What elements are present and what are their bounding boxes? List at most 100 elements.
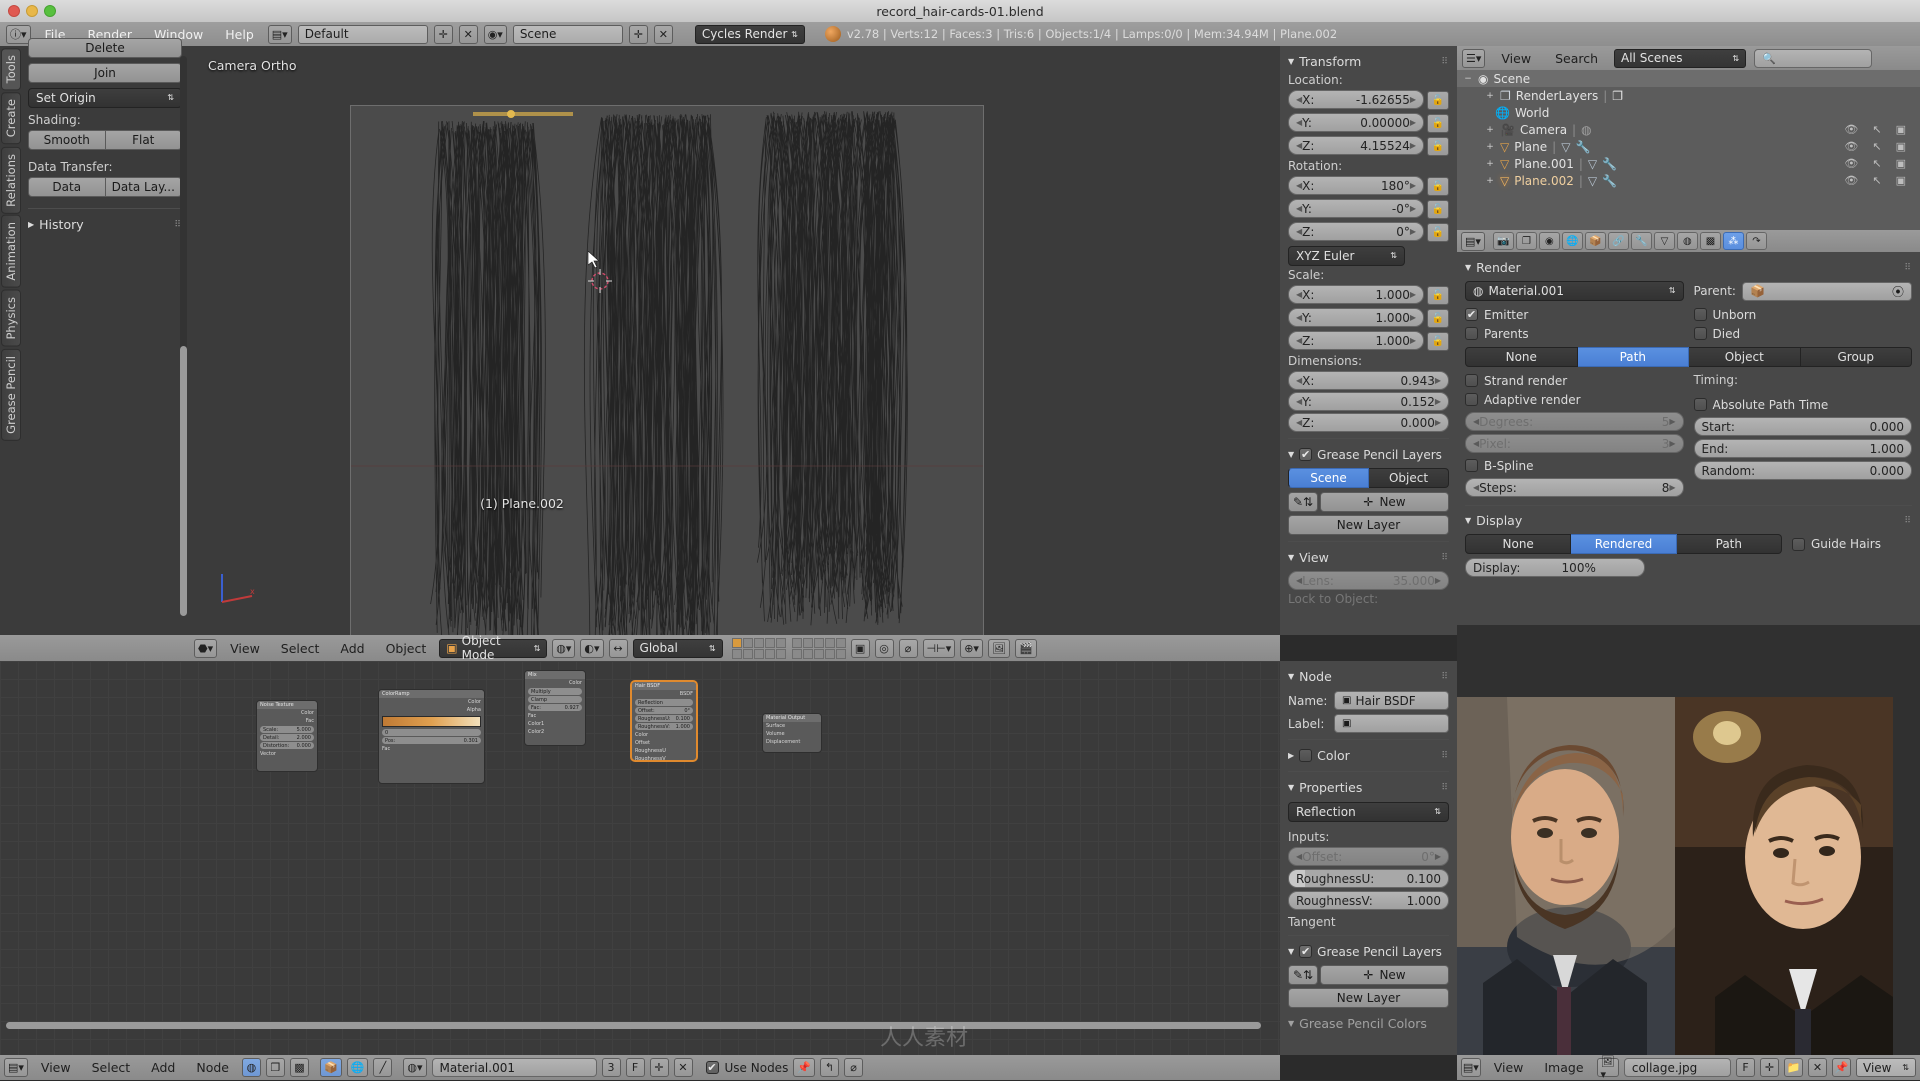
viewport-menu-object[interactable]: Object xyxy=(378,641,435,656)
node-gp-colors-header[interactable]: ▼ Grease Pencil Colors xyxy=(1288,1014,1449,1033)
scale-x-field[interactable]: ◀X: 1.000▶ xyxy=(1288,285,1424,304)
tab-world-icon[interactable]: 🌐 xyxy=(1562,232,1583,250)
visibility-eye-icon[interactable]: 👁 xyxy=(1844,157,1858,170)
lock-scale-x-icon[interactable]: 🔓 xyxy=(1427,286,1449,305)
bspline-checkbox[interactable] xyxy=(1465,459,1478,472)
transform-orientation-select[interactable]: Global⇅ xyxy=(633,639,723,658)
editor-type-outliner-icon[interactable]: ☰▾ xyxy=(1462,49,1485,68)
node-noise-texture[interactable]: Noise TextureColorFacScale:5.000Detail:2… xyxy=(256,700,318,772)
material-users-count[interactable]: 3 xyxy=(602,1058,621,1077)
render-preview-icon[interactable]: ◎ xyxy=(875,639,894,658)
display-percentage-field[interactable]: Display: 100% xyxy=(1465,558,1645,577)
gp-new-button[interactable]: ✛ New xyxy=(1320,492,1449,512)
node-color-panel-header[interactable]: ▶ Color ⠿ xyxy=(1288,746,1449,765)
unborn-checkbox[interactable] xyxy=(1694,308,1707,321)
lens-field[interactable]: ◀Lens: 35.000▶ xyxy=(1288,571,1449,590)
gp-new-layer-button[interactable]: New Layer xyxy=(1288,515,1449,535)
random-field[interactable]: Random: 0.000 xyxy=(1694,461,1913,480)
lock-location-z-icon[interactable]: 🔓 xyxy=(1427,137,1449,156)
node-field[interactable]: Reflection xyxy=(635,699,693,706)
unborn-row[interactable]: Unborn xyxy=(1694,305,1913,324)
lock-camera-icon[interactable]: ▣ xyxy=(851,639,870,658)
emitter-checkbox[interactable]: ✔ xyxy=(1465,308,1478,321)
data-layout-transfer-button[interactable]: Data Lay... xyxy=(106,177,183,197)
parents-checkbox[interactable] xyxy=(1465,327,1478,340)
lock-location-y-icon[interactable]: 🔓 xyxy=(1427,114,1449,133)
tab-relations[interactable]: Relations xyxy=(1,147,21,214)
use-nodes-checkbox[interactable]: ✔ xyxy=(706,1061,719,1074)
display-panel-header[interactable]: ▼ Display ⠿ xyxy=(1465,511,1912,530)
visibility-eye-icon[interactable]: 👁 xyxy=(1844,123,1858,136)
node-menu-view[interactable]: View xyxy=(33,1060,79,1075)
tab-render-icon[interactable]: 📷 xyxy=(1493,232,1514,250)
adaptive-render-checkbox[interactable] xyxy=(1465,393,1478,406)
pin-image-icon[interactable]: 📌 xyxy=(1832,1058,1851,1077)
tab-material-icon[interactable]: ◍ xyxy=(1677,232,1698,250)
compositing-nodetree-icon[interactable]: ❐ xyxy=(266,1058,285,1077)
node-field[interactable]: 0 xyxy=(382,729,481,736)
tab-constraints-icon[interactable]: 🔗 xyxy=(1608,232,1629,250)
grease-pencil-enable-checkbox[interactable]: ✔ xyxy=(1299,448,1312,461)
gp-brush-icon[interactable]: ✎⇅ xyxy=(1288,492,1318,512)
outliner-display-mode-select[interactable]: All Scenes⇅ xyxy=(1614,49,1746,68)
render-as-object-button[interactable]: Object xyxy=(1689,347,1801,367)
tab-physics-icon[interactable]: ↷ xyxy=(1746,232,1767,250)
degrees-field[interactable]: ◀Degrees: 5▶ xyxy=(1465,412,1684,431)
go-to-parent-node-tree-icon[interactable]: ↰ xyxy=(820,1058,839,1077)
tab-scene-icon[interactable]: ◉ xyxy=(1539,232,1560,250)
expand-icon[interactable]: + xyxy=(1485,176,1495,186)
renderable-camera-icon[interactable]: ▣ xyxy=(1896,140,1906,153)
snap-target-icon[interactable]: ⊕▾ xyxy=(960,639,983,658)
died-checkbox[interactable] xyxy=(1694,327,1707,340)
screen-layout-select[interactable]: Default xyxy=(298,25,428,44)
join-button[interactable]: Join xyxy=(28,63,182,83)
interaction-mode-select[interactable]: ▣ Object Mode⇅ xyxy=(439,639,547,658)
menu-help[interactable]: Help xyxy=(217,27,262,42)
node-field[interactable]: RoughnessU:0.100 xyxy=(635,715,693,722)
viewport-menu-add[interactable]: Add xyxy=(332,641,372,656)
outliner-row-plane-001[interactable]: + ▽ Plane.001 | ▽ 🔧 👁 ↖ ▣ xyxy=(1457,155,1920,172)
location-y-field[interactable]: ◀Y: 0.00000▶ xyxy=(1288,113,1424,132)
selectable-cursor-icon[interactable]: ↖ xyxy=(1872,123,1881,136)
rotation-x-field[interactable]: ◀X: 180°▶ xyxy=(1288,176,1424,195)
strand-render-row[interactable]: Strand render xyxy=(1465,371,1684,390)
lock-rotation-x-icon[interactable]: 🔓 xyxy=(1427,177,1449,196)
display-rendered-button[interactable]: Rendered xyxy=(1571,534,1676,554)
node-gp-new-layer-button[interactable]: New Layer xyxy=(1288,988,1449,1008)
outliner-row-world[interactable]: 🌐 World xyxy=(1457,104,1920,121)
gp-source-object-button[interactable]: Object xyxy=(1369,468,1449,488)
absolute-path-time-checkbox[interactable] xyxy=(1694,398,1707,411)
new-material-button[interactable]: ✛ xyxy=(650,1058,669,1077)
viewport-menu-select[interactable]: Select xyxy=(273,641,328,656)
snap-magnet-icon[interactable]: ⌀ xyxy=(899,639,918,658)
outliner-search-input[interactable]: 🔍 xyxy=(1754,49,1872,68)
scale-z-field[interactable]: ◀Z: 1.000▶ xyxy=(1288,331,1424,350)
node-field[interactable]: Fac:0.927 xyxy=(528,704,582,711)
editor-type-info-icon[interactable]: ⓘ▾ xyxy=(6,25,31,44)
gp-source-scene-button[interactable]: Scene xyxy=(1288,468,1369,488)
viewport-menu-view[interactable]: View xyxy=(222,641,268,656)
node-gp-enable-checkbox[interactable]: ✔ xyxy=(1299,945,1312,958)
parent-object-field[interactable]: 📦 ⦿ xyxy=(1742,282,1912,301)
strand-render-checkbox[interactable] xyxy=(1465,374,1478,387)
fake-user-button[interactable]: F xyxy=(626,1058,645,1077)
outliner-row-scene[interactable]: − ◉ Scene xyxy=(1457,70,1920,87)
pin-node-tree-icon[interactable]: 📌 xyxy=(793,1058,815,1077)
particle-material-select[interactable]: ◍ Material.001 ⇅ xyxy=(1465,281,1684,301)
add-layout-button[interactable]: ✛ xyxy=(434,25,453,44)
shader-type-object-icon[interactable]: 📦 xyxy=(320,1058,342,1077)
adaptive-render-row[interactable]: Adaptive render xyxy=(1465,390,1684,409)
editor-type-3dview-icon[interactable]: ⬣▾ xyxy=(194,639,217,658)
viewport-shading-icon[interactable]: ◍▾ xyxy=(552,639,575,658)
display-none-button[interactable]: None xyxy=(1465,534,1571,554)
pixel-field[interactable]: ◀Pixel: 3▶ xyxy=(1465,434,1684,453)
opengl-render-anim-icon[interactable]: 🎬 xyxy=(1015,639,1037,658)
delete-scene-button[interactable]: ✕ xyxy=(654,25,673,44)
node-name-input[interactable]: ▣ Hair BSDF xyxy=(1334,691,1449,710)
lock-rotation-y-icon[interactable]: 🔓 xyxy=(1427,200,1449,219)
lock-scale-z-icon[interactable]: 🔓 xyxy=(1427,332,1449,351)
node-colorramp[interactable]: ColorRampColorAlpha0Pos:0.301Fac xyxy=(378,689,485,784)
tool-shelf-scrollbar[interactable] xyxy=(180,56,187,616)
texture-nodetree-icon[interactable]: ▩ xyxy=(290,1058,309,1077)
start-field[interactable]: Start: 0.000 xyxy=(1694,417,1913,436)
